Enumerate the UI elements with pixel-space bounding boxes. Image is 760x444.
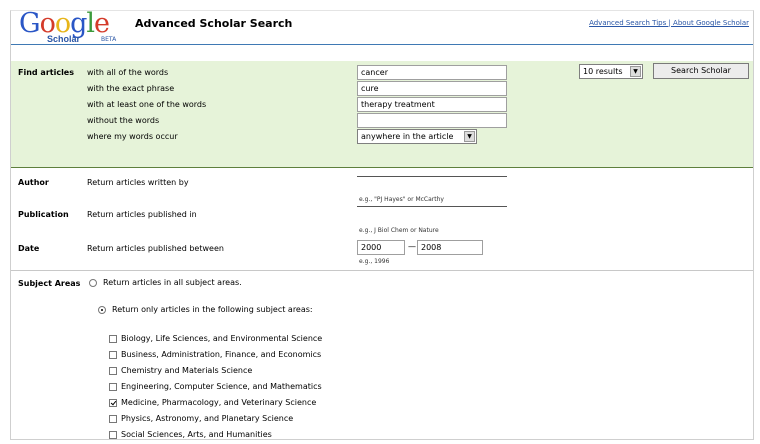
where-words-occur-label: where my words occur — [87, 132, 178, 141]
author-publication-date-section: Author Return articles written by e.g., … — [11, 167, 753, 270]
radio-all-subjects[interactable] — [89, 279, 97, 287]
at-least-one-input[interactable]: therapy treatment — [357, 97, 507, 112]
checkbox-social-sciences[interactable] — [109, 431, 117, 439]
author-hint: e.g., "PJ Hayes" or McCarthy — [359, 196, 444, 203]
checkbox-biology[interactable] — [109, 335, 117, 343]
search-scholar-button[interactable]: Search Scholar — [653, 63, 749, 79]
checkbox-engineering-label: Engineering, Computer Science, and Mathe… — [121, 382, 322, 391]
author-input-top-line — [357, 176, 507, 177]
date-separator: — — [408, 242, 416, 251]
logo-subtitle: Scholar — [47, 34, 81, 44]
checkbox-medicine-label: Medicine, Pharmacology, and Veterinary S… — [121, 398, 317, 407]
radio-only-subjects-label: Return only articles in the following su… — [112, 305, 313, 314]
subject-areas-section: Subject Areas Return articles in all sub… — [11, 270, 753, 439]
date-from-input[interactable]: 2000 — [357, 240, 405, 255]
at-least-one-label: with at least one of the words — [87, 100, 207, 109]
all-words-input[interactable]: cancer — [357, 65, 507, 80]
publication-hint: e.g., J Biol Chem or Nature — [359, 227, 439, 234]
without-words-label: without the words — [87, 116, 160, 125]
radio-all-subjects-label: Return articles in all subject areas. — [103, 278, 242, 287]
find-articles-section: Find articles with all of the words with… — [11, 61, 753, 167]
checkbox-biology-label: Biology, Life Sciences, and Environmenta… — [121, 334, 323, 343]
checkbox-physics-label: Physics, Astronomy, and Planetary Scienc… — [121, 414, 294, 423]
exact-phrase-input[interactable]: cure — [357, 81, 507, 96]
page-header: Google Scholar BETA Advanced Scholar Sea… — [11, 11, 753, 45]
chevron-down-icon: ▼ — [630, 66, 641, 77]
radio-only-subjects[interactable] — [98, 306, 106, 314]
checkbox-business[interactable] — [109, 351, 117, 359]
exact-phrase-label: with the exact phrase — [87, 84, 175, 93]
google-scholar-logo[interactable]: Google Scholar BETA — [19, 11, 127, 45]
checkbox-engineering[interactable] — [109, 383, 117, 391]
page-title: Advanced Scholar Search — [135, 17, 293, 30]
logo-beta: BETA — [101, 36, 117, 43]
all-words-label: with all of the words — [87, 68, 169, 77]
author-input[interactable] — [357, 178, 507, 193]
date-text: Return articles published between — [87, 244, 224, 253]
checkbox-medicine[interactable] — [109, 399, 117, 407]
checkbox-physics[interactable] — [109, 415, 117, 423]
where-words-occur-value: anywhere in the article — [361, 132, 454, 141]
results-count-value: 10 results — [583, 67, 623, 76]
publication-text: Return articles published in — [87, 210, 197, 219]
author-input-bottom-line — [357, 206, 507, 207]
author-text: Return articles written by — [87, 178, 189, 187]
checkbox-business-label: Business, Administration, Finance, and E… — [121, 350, 322, 359]
date-to-input[interactable]: 2008 — [417, 240, 483, 255]
chevron-down-icon: ▼ — [464, 131, 475, 142]
publication-input[interactable] — [357, 208, 507, 223]
without-words-input[interactable] — [357, 113, 507, 128]
header-links[interactable]: Advanced Search Tips | About Google Scho… — [589, 19, 749, 27]
publication-label: Publication — [18, 210, 69, 219]
author-label: Author — [18, 178, 49, 187]
checkbox-chemistry-label: Chemistry and Materials Science — [121, 366, 253, 375]
checkbox-social-sciences-label: Social Sciences, Arts, and Humanities — [121, 430, 272, 439]
page-frame: Google Scholar BETA Advanced Scholar Sea… — [10, 10, 754, 440]
find-articles-label: Find articles — [18, 68, 74, 77]
checkbox-chemistry[interactable] — [109, 367, 117, 375]
date-label: Date — [18, 244, 40, 253]
where-words-occur-select[interactable]: anywhere in the article ▼ — [357, 129, 477, 144]
subject-areas-label: Subject Areas — [18, 279, 81, 288]
results-count-select[interactable]: 10 results ▼ — [579, 64, 643, 79]
date-hint: e.g., 1996 — [359, 258, 390, 265]
